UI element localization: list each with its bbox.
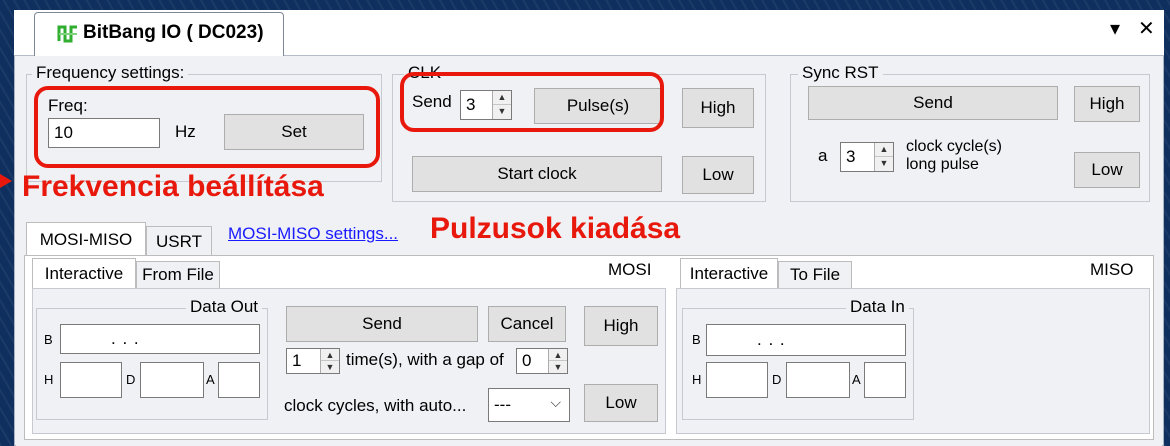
- sync-rst-cycles-stepper[interactable]: ▲ ▼: [874, 143, 893, 171]
- repeat-count-spinner[interactable]: 1 ▲ ▼: [286, 348, 340, 374]
- mosi-tab-from-file[interactable]: From File: [136, 261, 220, 288]
- tab-usrt[interactable]: USRT: [146, 226, 212, 256]
- mosi-hex-input[interactable]: [60, 362, 122, 398]
- arrow-icon: [0, 174, 12, 188]
- miso-ascii-output[interactable]: [864, 362, 906, 398]
- pulse-highlight-box: [400, 72, 664, 132]
- pulses-annotation: Pulzusok kiadása: [430, 212, 681, 245]
- sync-rst-cycles-spinner[interactable]: 3 ▲ ▼: [840, 142, 894, 172]
- sync-rst-a-label: a: [818, 146, 828, 165]
- mosi-d-label: D: [126, 372, 136, 387]
- frequency-highlight-box: [34, 86, 380, 168]
- sync-rst-high-button[interactable]: High: [1074, 86, 1140, 122]
- document-tab[interactable]: BitBang IO ( DC023): [34, 12, 284, 56]
- repeat-label: time(s), with a gap of: [346, 350, 504, 369]
- frequency-settings-title: Frequency settings:: [32, 63, 189, 83]
- mosi-tab-interactive[interactable]: Interactive: [32, 258, 136, 288]
- auto-select-value: ---: [494, 395, 511, 414]
- mosi-dec-input[interactable]: [140, 362, 204, 398]
- miso-title: MISO: [1090, 260, 1134, 279]
- miso-binary-dots: . . .: [757, 330, 786, 349]
- mosi-cancel-button[interactable]: Cancel: [488, 306, 566, 342]
- mosi-title: MOSI: [608, 260, 652, 279]
- data-out-title: Data Out: [186, 297, 263, 317]
- miso-tab-interactive[interactable]: Interactive: [680, 258, 778, 288]
- sync-rst-long-pulse-label: long pulse: [906, 156, 979, 173]
- miso-hex-output[interactable]: [706, 362, 768, 398]
- gap-stepper[interactable]: ▲ ▼: [548, 349, 567, 373]
- repeat-count-value: 1: [292, 351, 302, 370]
- bitbang-icon: [57, 25, 77, 43]
- sync-rst-title: Sync RST: [798, 63, 883, 83]
- miso-dec-output[interactable]: [786, 362, 850, 398]
- miso-h-label: H: [692, 372, 702, 387]
- tab-mosi-miso[interactable]: MOSI-MISO: [26, 222, 146, 256]
- mosi-binary-input[interactable]: . . .: [60, 324, 260, 354]
- miso-binary-output[interactable]: . . .: [706, 324, 906, 356]
- miso-b-label: B: [692, 332, 701, 347]
- miso-tab-to-file[interactable]: To File: [778, 261, 852, 288]
- repeat-count-stepper[interactable]: ▲ ▼: [320, 349, 339, 373]
- sync-rst-low-button[interactable]: Low: [1074, 152, 1140, 188]
- mosi-miso-settings-link[interactable]: MOSI-MISO settings...: [228, 224, 398, 244]
- close-icon[interactable]: ✕: [1138, 16, 1155, 41]
- dropdown-icon[interactable]: ▾: [1110, 16, 1120, 41]
- sync-rst-send-button[interactable]: Send: [808, 86, 1058, 120]
- mosi-high-button[interactable]: High: [584, 306, 658, 346]
- mosi-a-label: A: [206, 372, 215, 387]
- data-in-title: Data In: [846, 297, 909, 317]
- auto-label: clock cycles, with auto...: [284, 396, 467, 415]
- clk-high-button[interactable]: High: [682, 88, 754, 128]
- mosi-binary-dots: . . .: [111, 329, 140, 348]
- sync-rst-cycles-label: clock cycle(s): [906, 138, 1003, 155]
- mosi-send-button[interactable]: Send: [286, 306, 478, 342]
- mosi-low-button[interactable]: Low: [584, 384, 658, 422]
- gap-value: 0: [522, 351, 532, 370]
- document-tab-title: BitBang IO ( DC023): [83, 22, 264, 43]
- miso-d-label: D: [772, 372, 782, 387]
- chevron-down-icon: ⌵: [550, 394, 561, 410]
- start-clock-button[interactable]: Start clock: [412, 156, 662, 192]
- gap-spinner[interactable]: 0 ▲ ▼: [516, 348, 568, 374]
- frequency-annotation: Frekvencia beállítása: [22, 170, 324, 203]
- miso-a-label: A: [852, 372, 861, 387]
- mosi-ascii-input[interactable]: [218, 362, 260, 398]
- sync-rst-cycles-value: 3: [846, 147, 856, 166]
- mosi-b-label: B: [44, 332, 53, 347]
- auto-select[interactable]: --- ⌵: [488, 388, 570, 422]
- mosi-h-label: H: [44, 372, 54, 387]
- clk-low-button[interactable]: Low: [682, 156, 754, 194]
